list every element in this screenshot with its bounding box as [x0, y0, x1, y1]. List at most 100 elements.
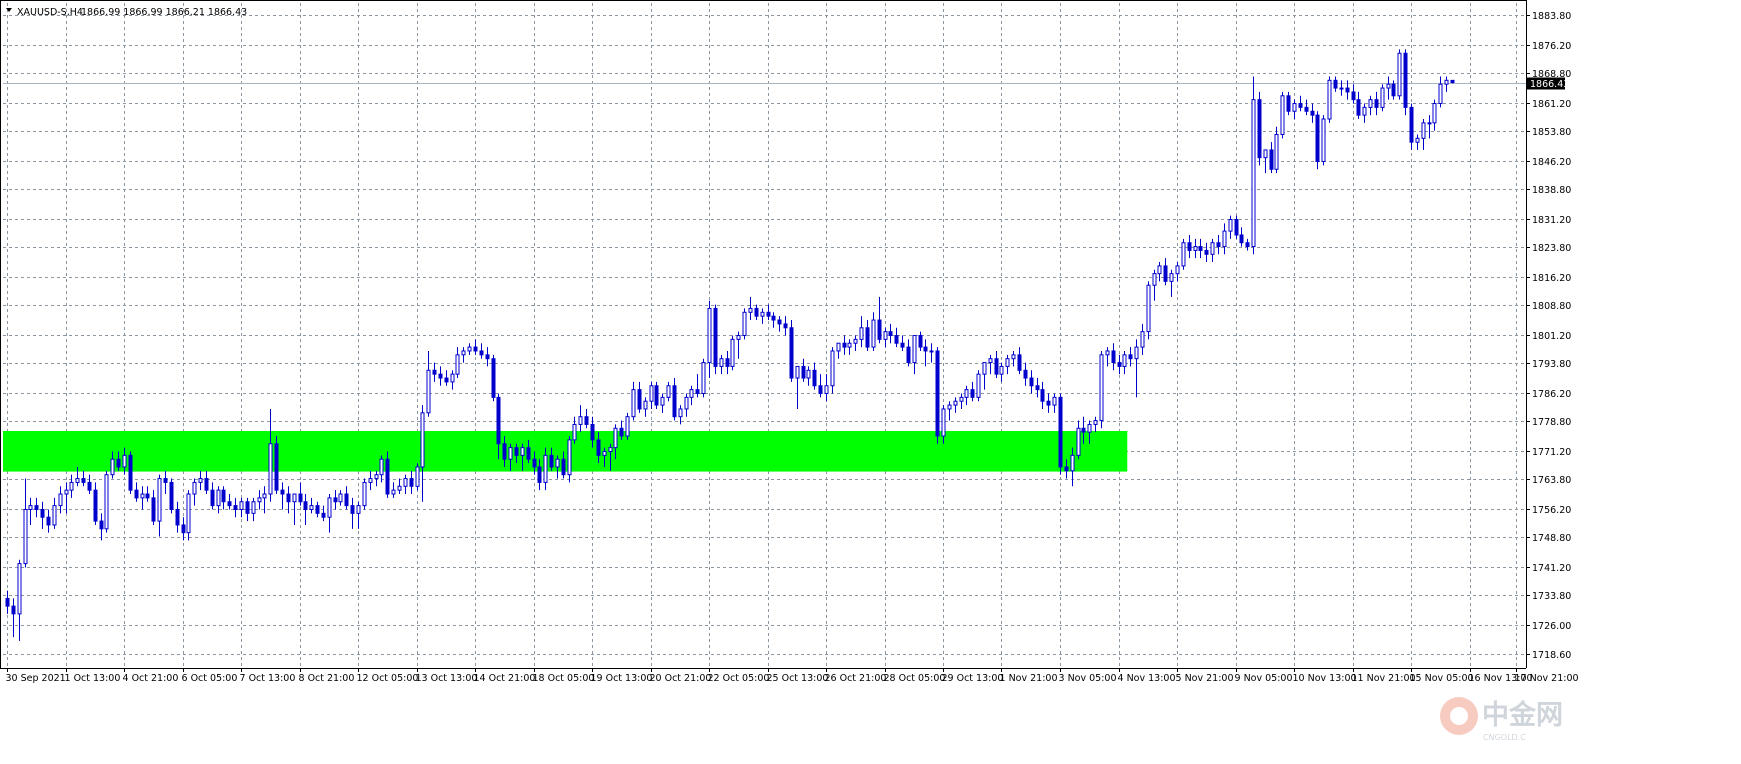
candle-body-bull [660, 396, 665, 406]
candle-body-bull [1274, 133, 1279, 170]
candle-body-bull [1421, 122, 1426, 139]
candle-body-bull [953, 400, 958, 406]
x-tick-label: 4 Nov 13:00 [1118, 673, 1176, 684]
candle-body-bear [1245, 242, 1250, 248]
candle-body-bear [549, 454, 554, 468]
candle-body-bear [1298, 103, 1303, 108]
candle-body-bear [1409, 106, 1414, 143]
candle-body-bull [420, 412, 425, 468]
candle-body-bull [1380, 87, 1385, 108]
candle-body-bear [754, 307, 759, 317]
candle-body-bear [151, 497, 156, 522]
y-tick-label: 1876.20 [1532, 41, 1571, 52]
candle-body-bull [362, 481, 367, 507]
y-tick-label: 1741.20 [1532, 563, 1571, 574]
candle-body-bear [1234, 219, 1239, 236]
candle-body-bear [865, 327, 870, 348]
candle-body-bull [239, 501, 244, 510]
candle-body-bull [467, 346, 472, 352]
candle-body-bull [555, 458, 560, 468]
candle-body-bull [1222, 230, 1227, 248]
candle-body-bull [643, 400, 648, 410]
candle-body-bear [1058, 396, 1063, 468]
y-tick-label: 1786.20 [1532, 389, 1571, 400]
y-tick-label: 1763.80 [1532, 475, 1571, 486]
candle-body-bull [613, 427, 618, 449]
candle-body-bull [806, 369, 811, 379]
candle-body-bull [1076, 427, 1081, 456]
candle-body-bull [17, 563, 22, 615]
candle-body-bull [1087, 423, 1092, 433]
candle-body-bear [1064, 466, 1069, 472]
candle-body-bear [87, 481, 92, 491]
candle-body-bull [157, 478, 162, 522]
candle-body-bull [122, 454, 127, 468]
candle-body-bull [567, 439, 572, 476]
candle-body-bear [1403, 52, 1408, 108]
candle-body-bear [1017, 354, 1022, 371]
candle-body-bear [1310, 110, 1315, 116]
candle-body-bear [502, 443, 507, 460]
candle-body-bull [1415, 137, 1420, 143]
candle-body-bull [192, 481, 197, 495]
y-tick-label: 1846.20 [1532, 157, 1571, 168]
candle-body-bull [684, 396, 689, 410]
candle-body-bear [561, 458, 566, 476]
candle-body-bear [789, 327, 794, 379]
chart-background [0, 0, 1741, 764]
candle-body-bear [350, 505, 355, 514]
candle-body-bull [1169, 273, 1174, 282]
candle-body-bear [842, 342, 847, 348]
candle-body-bull [1105, 350, 1110, 356]
y-tick-label: 1733.80 [1532, 591, 1571, 602]
candle-body-bull [1362, 106, 1367, 116]
candle-body-bear [1351, 91, 1356, 101]
price-chart[interactable]: 1718.60 1726.00 1733.80 1741.20 1748.80 1756.… [0, 0, 1741, 764]
candle-body-bull [1280, 95, 1285, 135]
candle-body-bull [75, 478, 80, 483]
candle-body-bear [1163, 265, 1168, 282]
candle-body-bull [391, 489, 396, 495]
candle-body-bull [426, 369, 431, 414]
candle-body-bear [227, 501, 232, 507]
candle-body-bull [1140, 331, 1145, 348]
candle-body-bull [251, 501, 256, 514]
candle-body-bull [631, 389, 636, 418]
y-tick-label: 1756.20 [1532, 505, 1571, 516]
candle-body-bull [976, 373, 981, 398]
x-tick-label: 30 Sep 2021 [6, 673, 66, 684]
candle-body-bear [333, 497, 338, 503]
candle-body-bull [415, 466, 420, 487]
candle-body-bull [23, 508, 28, 565]
x-tick-label: 17 Nov 21:00 [1515, 673, 1579, 684]
candle-body-bull [520, 447, 525, 456]
candle-body-bear [444, 377, 449, 383]
x-tick-label: 15 Nov 05:00 [1410, 673, 1474, 684]
y-tick-label: 1808.80 [1532, 301, 1571, 312]
candle-body-bull [689, 389, 694, 398]
candle-body-bull [508, 447, 513, 460]
candle-body-bull [1146, 284, 1151, 333]
x-tick-label: 4 Oct 21:00 [123, 673, 179, 684]
candle-body-bear [619, 427, 624, 437]
chart-header: XAUUSD-S,H4 1866.99 1866.99 1866.21 1866… [6, 7, 247, 18]
candle-body-bull [760, 311, 765, 317]
candle-body-bear [40, 508, 45, 518]
candle-body-bull [309, 505, 314, 510]
y-tick-label: 1718.60 [1532, 650, 1571, 661]
candle-body-bull [1368, 99, 1373, 108]
candle-body-bear [128, 454, 133, 491]
candle-body-bear [970, 389, 975, 398]
candle-body-bull [1052, 396, 1057, 406]
candle-body-bull [1181, 242, 1186, 267]
candle-body-bear [1269, 149, 1274, 170]
x-tick-label: 9 Nov 05:00 [1235, 673, 1293, 684]
watermark-text: 中金网 [1482, 699, 1563, 731]
candle-body-bull [578, 416, 583, 425]
x-tick-label: 14 Oct 21:00 [474, 673, 536, 684]
candle-body-bull [736, 335, 741, 340]
candle-body-bear [1198, 246, 1203, 251]
candle-body-bear [81, 478, 86, 483]
candle-body-bull [1134, 346, 1139, 360]
y-tick-label: 1883.80 [1532, 11, 1571, 22]
